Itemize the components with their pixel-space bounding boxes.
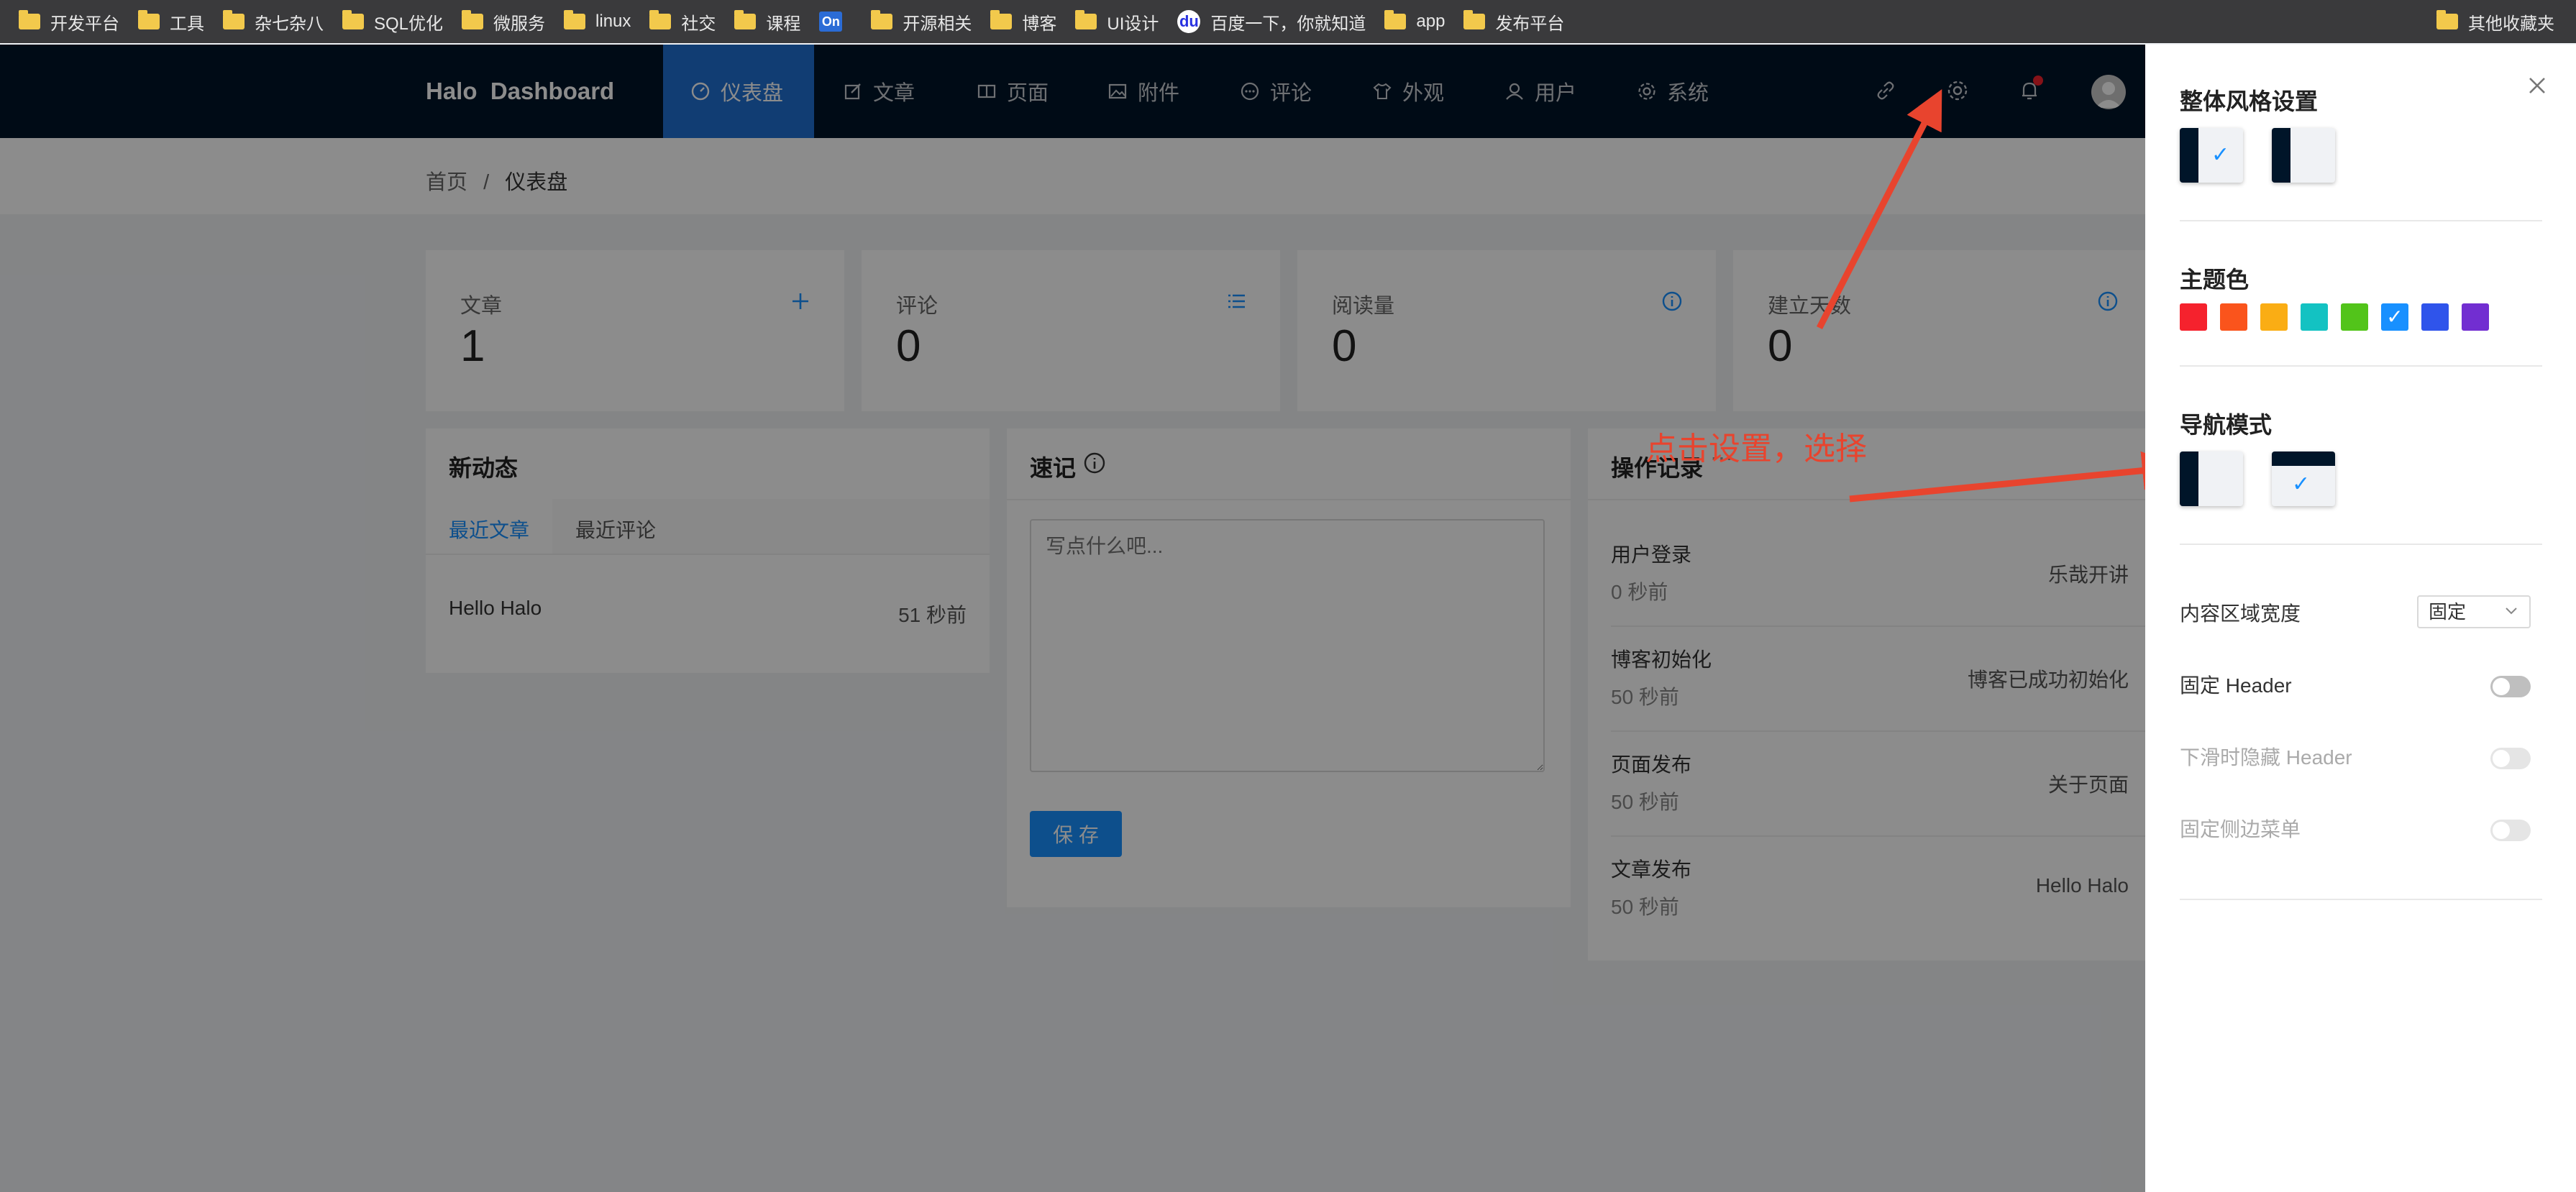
color-swatch-orange[interactable] bbox=[2220, 303, 2247, 331]
content-width-label: 内容区域宽度 bbox=[2180, 602, 2301, 625]
color-swatch-blue[interactable]: ✓ bbox=[2381, 303, 2408, 331]
fixed-sidebar-label: 固定侧边菜单 bbox=[2180, 818, 2301, 840]
nav-mode-sidebar-option[interactable] bbox=[2180, 451, 2243, 506]
color-swatch-purple[interactable] bbox=[2462, 303, 2489, 331]
check-icon: ✓ bbox=[2386, 306, 2403, 328]
fixed-header-label: 固定 Header bbox=[2180, 674, 2292, 697]
check-icon: ✓ bbox=[2211, 143, 2230, 167]
theme-color-title: 主题色 bbox=[2180, 267, 2250, 293]
fixed-header-toggle[interactable] bbox=[2490, 676, 2531, 697]
arrow-to-settings-icon bbox=[1816, 88, 1942, 330]
divider bbox=[2180, 365, 2542, 367]
select-value: 固定 bbox=[2429, 601, 2467, 623]
content-width-select[interactable]: 固定 bbox=[2417, 595, 2531, 628]
divider bbox=[2180, 220, 2542, 221]
divider bbox=[2180, 899, 2542, 900]
color-swatch-gold[interactable] bbox=[2260, 303, 2288, 331]
style-dark-option[interactable]: ✓ bbox=[2180, 128, 2243, 183]
check-icon: ✓ bbox=[2292, 472, 2311, 496]
color-swatch-cyan[interactable] bbox=[2301, 303, 2328, 331]
color-swatch-geekblue[interactable] bbox=[2421, 303, 2449, 331]
fixed-sidebar-toggle[interactable] bbox=[2490, 820, 2531, 841]
style-light-option[interactable] bbox=[2272, 128, 2335, 183]
nav-mode-top-option[interactable]: ✓ bbox=[2272, 451, 2335, 506]
settings-drawer: 整体风格设置 ✓ 主题色 ✓ 导航模式 ✓ 内容区域宽度 固定 固定 Heade… bbox=[2145, 45, 2576, 1192]
chevron-down-icon bbox=[2506, 608, 2517, 615]
nav-mode-title: 导航模式 bbox=[2180, 412, 2273, 438]
color-swatch-red[interactable] bbox=[2180, 303, 2207, 331]
hide-header-toggle[interactable] bbox=[2490, 748, 2531, 769]
hide-header-label: 下滑时隐藏 Header bbox=[2180, 746, 2352, 769]
style-settings-title: 整体风格设置 bbox=[2180, 88, 2319, 114]
close-icon[interactable] bbox=[2526, 75, 2548, 96]
color-swatch-green[interactable] bbox=[2341, 303, 2368, 331]
arrow-to-nav-mode bbox=[1849, 451, 2181, 503]
divider bbox=[2180, 544, 2542, 545]
